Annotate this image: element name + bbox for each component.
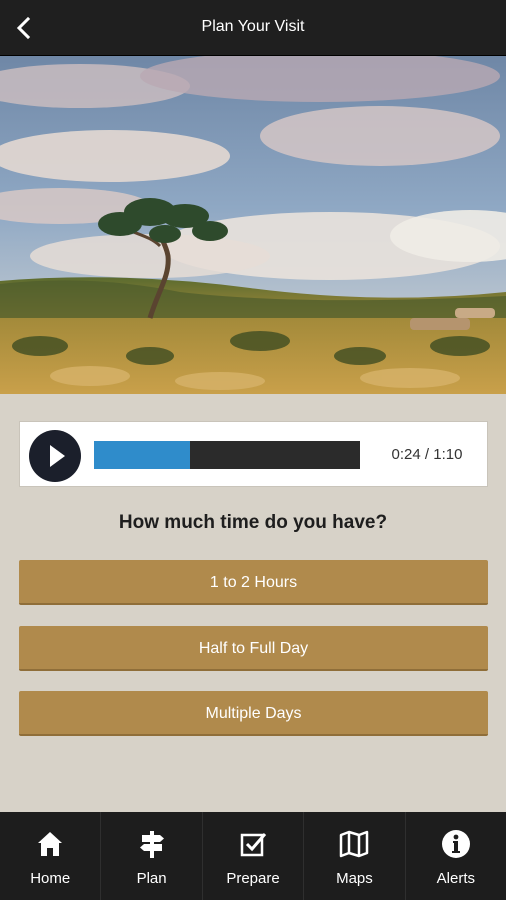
tab-label: Maps [336, 870, 373, 887]
plan-content: 0:24 / 1:10 How much time do you have? 1… [0, 394, 506, 812]
time-question: How much time do you have? [118, 512, 388, 533]
checkbox-icon [240, 833, 267, 857]
option-multiple-days-button[interactable]: Multiple Days [19, 691, 488, 736]
info-icon [441, 830, 470, 858]
signpost-icon [139, 831, 164, 858]
audio-progress-fill [94, 441, 190, 469]
bottom-tab-bar: Home Plan Prepare Maps Alerts [0, 812, 506, 900]
play-button[interactable] [29, 430, 81, 482]
tab-alerts[interactable]: Alerts [406, 812, 506, 900]
tab-label: Prepare [226, 870, 280, 887]
tab-label: Plan [136, 870, 167, 887]
option-half-to-full-day-button[interactable]: Half to Full Day [19, 626, 488, 671]
audio-progress-bar[interactable] [94, 441, 360, 469]
audio-time: 0:24 / 1:10 [391, 446, 463, 463]
map-icon [340, 830, 369, 858]
play-icon [50, 445, 65, 467]
tab-prepare[interactable]: Prepare [203, 812, 305, 900]
tab-plan[interactable]: Plan [101, 812, 203, 900]
option-1-to-2-hours-button[interactable]: 1 to 2 Hours [19, 560, 488, 605]
tab-home[interactable]: Home [0, 812, 102, 900]
top-bar: Plan Your Visit [0, 0, 506, 56]
audio-player: 0:24 / 1:10 [19, 421, 488, 487]
tab-label: Alerts [436, 870, 475, 887]
tab-maps[interactable]: Maps [304, 812, 406, 900]
hero-image [0, 56, 506, 394]
tab-label: Home [30, 870, 71, 887]
page-title: Plan Your Visit [201, 18, 305, 35]
home-icon [38, 832, 63, 856]
